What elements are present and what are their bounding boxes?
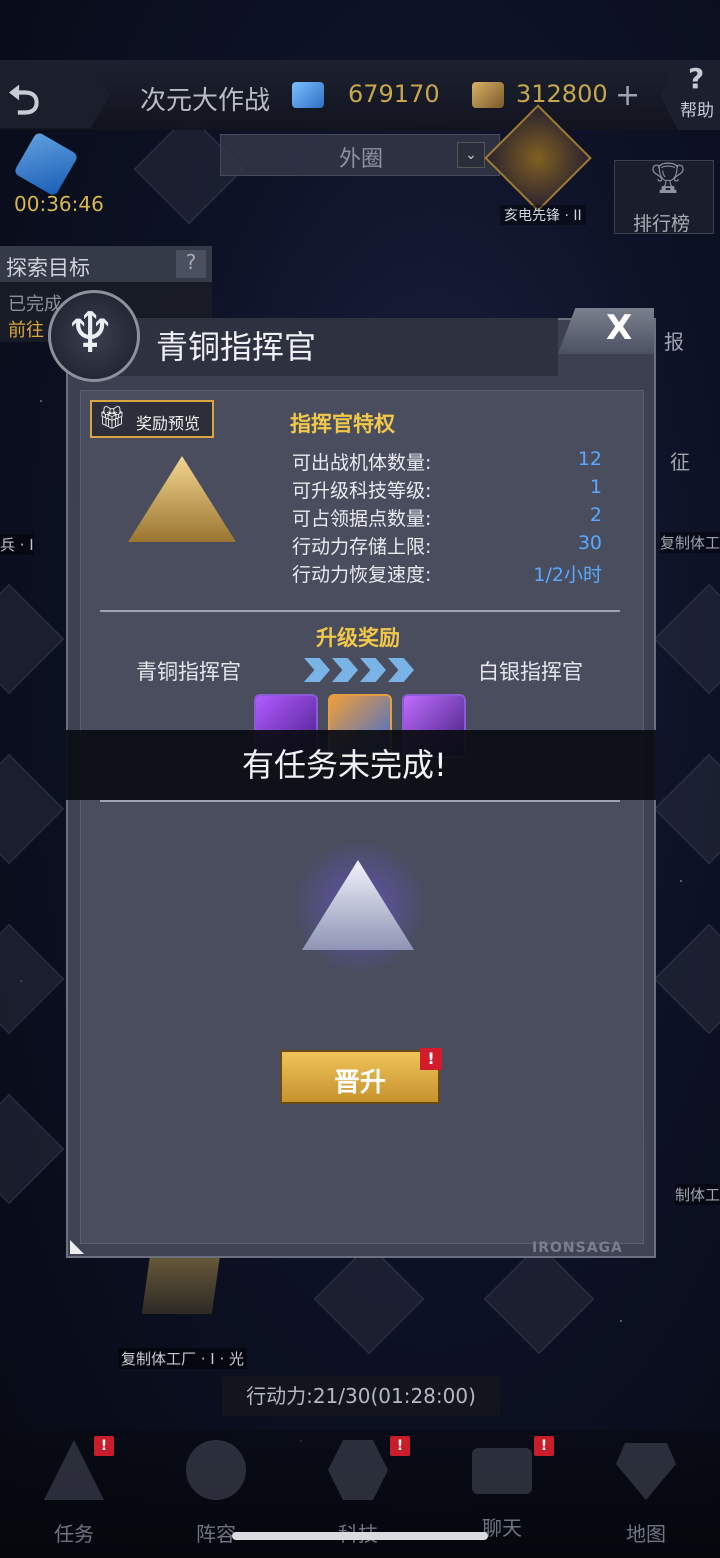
side-label-soldier: 兵 · I <box>0 534 34 555</box>
explore-title: 探索目标 <box>6 256 90 280</box>
dialog-title: 青铜指挥官 <box>156 328 317 366</box>
nav-label: 地图 <box>626 1522 666 1546</box>
explore-help-icon[interactable]: ? <box>176 250 206 278</box>
side-label-report[interactable]: 报 <box>664 326 684 355</box>
side-label-factory-2: 制体工 <box>674 1184 720 1205</box>
section-divider <box>100 610 620 612</box>
side-label-expedition[interactable]: 征 <box>670 446 690 475</box>
map-pin-icon <box>616 1443 676 1500</box>
chevron-down-icon[interactable]: ⌄ <box>457 142 485 168</box>
section-divider <box>100 800 620 802</box>
nav-map[interactable]: 地图 <box>596 1440 696 1550</box>
privilege-label: 行动力存储上限: <box>292 536 432 558</box>
boss-label: 亥电先锋 · II <box>500 205 586 225</box>
reward-preview-button[interactable]: 🎁︎ 奖励预览 <box>90 400 214 438</box>
countdown-timer: 00:36:46 <box>14 192 104 216</box>
reward-preview-label: 奖励预览 <box>136 414 201 433</box>
question-icon: ? <box>688 62 705 95</box>
privilege-value: 2 <box>589 504 602 526</box>
privilege-label: 可占领据点数量: <box>292 508 432 530</box>
zone-label: 外圈 <box>339 147 384 172</box>
privilege-row: 可占领据点数量: 2 <box>292 504 602 531</box>
factory-label: 复制体工厂 · I · 光 <box>118 1348 248 1369</box>
nav-label: 任务 <box>54 1522 94 1546</box>
incomplete-task-banner: 有任务未完成! <box>66 730 656 800</box>
commander-emblem-icon: ♆ <box>48 290 140 382</box>
privilege-label: 可升级科技等级: <box>292 480 432 502</box>
privilege-row: 可出战机体数量: 12 <box>292 448 602 475</box>
gift-icon: 🎁︎ <box>98 406 126 431</box>
home-indicator[interactable] <box>232 1532 488 1540</box>
current-rank: 青铜指挥官 <box>136 660 241 684</box>
privilege-row: 行动力恢复速度: 1/2小时 <box>292 560 602 587</box>
nav-tasks[interactable]: 任务 <box>24 1440 124 1550</box>
privilege-label: 行动力恢复速度: <box>292 564 432 586</box>
privilege-title: 指挥官特权 <box>290 412 395 436</box>
promote-label: 晋升 <box>334 1068 387 1098</box>
gold-amount: 312800 <box>516 80 608 108</box>
back-button[interactable]: ⮌ <box>0 62 110 128</box>
crystal-amount: 679170 <box>348 80 440 108</box>
game-mode-title: 次元大作战 <box>140 86 271 116</box>
promote-button[interactable]: 晋升 <box>280 1050 440 1104</box>
zone-selector[interactable]: 外圈 ⌄ <box>220 134 500 176</box>
factory-node[interactable] <box>141 1254 221 1314</box>
action-points: 行动力:21/30(01:28:00) <box>222 1376 500 1416</box>
promote-alert-badge: ! <box>420 1048 442 1070</box>
trophy-icon: 🏆︎ <box>649 161 688 196</box>
add-resource-icon[interactable]: + <box>615 78 640 113</box>
banner-text: 有任务未完成! <box>242 746 447 784</box>
chat-alert-badge: ! <box>534 1436 554 1456</box>
privilege-value: 1 <box>589 476 602 498</box>
privilege-value: 12 <box>577 448 602 470</box>
lineup-icon <box>186 1440 246 1500</box>
privilege-label: 可出战机体数量: <box>292 452 432 474</box>
next-rank: 白银指挥官 <box>478 660 583 684</box>
privilege-row: 可升级科技等级: 1 <box>292 476 602 503</box>
leaderboard-label: 排行榜 <box>633 213 691 235</box>
gold-icon <box>472 82 504 108</box>
privilege-value: 1/2小时 <box>533 564 602 586</box>
explore-goto[interactable]: 前往 <box>8 316 44 342</box>
tech-icon <box>328 1440 388 1500</box>
leaderboard-button[interactable]: 🏆︎ 排行榜 <box>614 160 714 235</box>
side-label-factory-1: 复制体工 <box>659 532 720 553</box>
tech-alert-badge: ! <box>390 1436 410 1456</box>
upgrade-reward-title: 升级奖励 <box>316 626 400 650</box>
close-icon: X <box>606 308 633 348</box>
crystal-icon <box>292 82 324 108</box>
tasks-alert-badge: ! <box>94 1436 114 1456</box>
help-label: 帮助 <box>680 101 714 121</box>
privilege-row: 行动力存储上限: 30 <box>292 532 602 559</box>
chat-icon <box>472 1448 532 1494</box>
privilege-value: 30 <box>577 532 602 554</box>
watermark-logo: IRONSAGA <box>532 1240 623 1256</box>
